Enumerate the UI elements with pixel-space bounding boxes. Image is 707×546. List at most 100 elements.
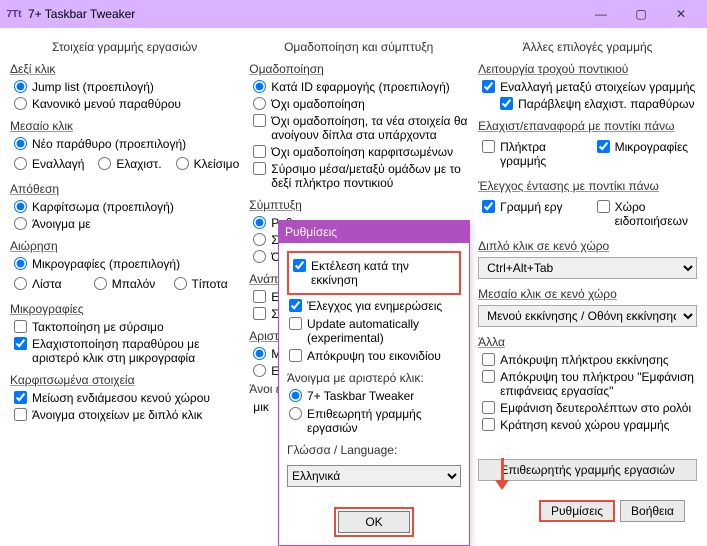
- radio-l2[interactable]: [253, 364, 266, 377]
- chk-dragdrop[interactable]: [14, 320, 27, 333]
- radio-newwin[interactable]: [14, 137, 27, 150]
- settings-button[interactable]: Ρυθμίσεις: [539, 500, 615, 522]
- chk-tray[interactable]: [597, 200, 610, 213]
- radio-c2[interactable]: [253, 233, 266, 246]
- chk-autoupd[interactable]: [289, 317, 302, 330]
- section-middleclick: Μεσαίο κλικ: [10, 119, 239, 133]
- select-language[interactable]: Ελληνικά: [287, 465, 461, 487]
- section-wheel: Λειτουργία τροχού ποντικιού: [478, 62, 697, 76]
- radio-nothing[interactable]: [174, 277, 187, 290]
- label-seconds: Εμφάνιση δευτερολέπτων στο ρολόι: [500, 401, 697, 415]
- section-minmax: Ελαχιστ/επαναφορά με ποντίκι πάνω: [478, 119, 697, 133]
- radio-tweaker[interactable]: [289, 389, 302, 402]
- col-left: Στοιχεία γραμμής εργασιών Δεξί κλικ Jump…: [10, 40, 239, 481]
- label-byappid: Κατά ID εφαρμογής (προεπιλογή): [271, 80, 468, 94]
- radio-min[interactable]: [98, 157, 111, 170]
- chk-seconds[interactable]: [482, 401, 495, 414]
- label-lang: Γλώσσα / Language:: [287, 443, 461, 457]
- chk-nogrouppin[interactable]: [253, 145, 266, 158]
- chk-checkupd[interactable]: [289, 299, 302, 312]
- dialog-body: Εκτέλεση κατά την εκκίνηση Έλεγχος για ε…: [279, 243, 469, 499]
- section-other: Άλλα: [478, 335, 697, 349]
- label-jumplist: Jump list (προεπιλογή): [32, 80, 239, 94]
- label-nothing: Τίποτα: [192, 277, 240, 291]
- label-hidestart: Απόκρυψη πλήκτρου εκκίνησης: [500, 353, 697, 367]
- chk-btns[interactable]: [482, 140, 495, 153]
- select-double[interactable]: Ctrl+Alt+Tab: [478, 257, 697, 279]
- radio-pin[interactable]: [14, 200, 27, 213]
- chk-reserve[interactable]: [482, 418, 495, 431]
- radio-switch[interactable]: [14, 157, 27, 170]
- chk-hidestart[interactable]: [482, 353, 495, 366]
- label-tray: Χώρο ειδοποιήσεων: [615, 200, 697, 228]
- section-double: Διπλό κλικ σε κενό χώρο: [478, 239, 697, 253]
- highlight-arrow-icon: [495, 458, 509, 490]
- section-hover: Αιώρηση: [10, 239, 239, 253]
- radio-inspector[interactable]: [289, 407, 302, 420]
- highlight-startup: Εκτέλεση κατά την εκκίνηση: [287, 251, 461, 295]
- radio-c1[interactable]: [253, 216, 266, 229]
- chk-hideshowdesk[interactable]: [482, 370, 495, 383]
- label-openwith: Άνοιγμα με: [32, 217, 239, 231]
- settings-dialog: Ρυθμίσεις Εκτέλεση κατά την εκκίνηση Έλε…: [278, 220, 470, 546]
- chk-taskbar[interactable]: [482, 200, 495, 213]
- radio-jumplist[interactable]: [14, 80, 27, 93]
- section-pinned: Καρφιτσωμένα στοιχεία: [10, 373, 239, 387]
- help-button[interactable]: Βοήθεια: [620, 500, 685, 522]
- dialog-footer: OK: [279, 499, 469, 545]
- radio-openwith[interactable]: [14, 217, 27, 230]
- chk-w2[interactable]: [253, 307, 266, 320]
- radio-l1[interactable]: [253, 347, 266, 360]
- section-thumbs: Μικρογραφίες: [10, 302, 239, 316]
- label-openleft: Άνοιγμα με αριστερό κλικ:: [287, 371, 461, 385]
- chk-newnext[interactable]: [253, 114, 266, 127]
- chk-w1[interactable]: [253, 290, 266, 303]
- radio-list[interactable]: [14, 277, 27, 290]
- radio-balloon[interactable]: [94, 277, 107, 290]
- bottom-buttons: Ρυθμίσεις Βοήθεια: [539, 500, 685, 522]
- section-grouping: Ομαδοποίηση: [249, 62, 468, 76]
- chk-tthumbs[interactable]: [597, 140, 610, 153]
- chk-cycle[interactable]: [482, 80, 495, 93]
- label-min: Ελαχιστ.: [116, 157, 161, 171]
- chk-leftminthumb[interactable]: [14, 337, 27, 350]
- chk-skipmin[interactable]: [500, 97, 513, 110]
- radio-byappid[interactable]: [253, 80, 266, 93]
- label-switch: Εναλλαγή: [32, 157, 84, 171]
- radio-thumbs[interactable]: [14, 257, 27, 270]
- label-checkupd: Έλεγχος για ενημερώσεις: [307, 299, 461, 313]
- section-rightclick: Δεξί κλικ: [10, 62, 239, 76]
- section-drop: Απόθεση: [10, 182, 239, 196]
- col-middle-title: Ομαδοποίηση και σύμπτυξη: [249, 40, 468, 54]
- label-reserve: Κράτηση κενού χώρου γραμμής: [500, 418, 697, 432]
- chk-opendbl[interactable]: [14, 408, 27, 421]
- label-reducegap: Μείωση ενδιάμεσου κενού χώρου: [32, 391, 239, 405]
- radio-c3[interactable]: [253, 250, 266, 263]
- col-right: Άλλες επιλογές γραμμής Λειτουργία τροχού…: [478, 40, 697, 481]
- ok-button[interactable]: OK: [338, 511, 410, 533]
- label-hideshowdesk: Απόκρυψη του πλήκτρου "Εμφάνιση επιφάνει…: [500, 370, 697, 398]
- chk-hideicon[interactable]: [289, 349, 302, 362]
- label-balloon: Μπαλόν: [112, 277, 160, 291]
- radio-stdmenu[interactable]: [14, 97, 27, 110]
- chk-dragright[interactable]: [253, 162, 266, 175]
- label-tthumbs: Μικρογραφίες: [615, 140, 697, 154]
- maximize-button[interactable]: ▢: [621, 3, 661, 25]
- minimize-button[interactable]: —: [581, 3, 621, 25]
- label-nogroup: Όχι ομαδοποίηση: [271, 97, 468, 111]
- label-newwin: Νέο παράθυρο (προεπιλογή): [32, 137, 239, 151]
- radio-close[interactable]: [176, 157, 189, 170]
- app-icon: 7Tt: [6, 6, 22, 22]
- section-vol: Έλεγχος έντασης με ποντίκι πάνω: [478, 179, 697, 193]
- label-dragdrop: Τακτοποίηση με σύρσιμο: [32, 320, 239, 334]
- label-btns: Πλήκτρα γραμμής: [500, 140, 582, 168]
- close-button[interactable]: ✕: [661, 3, 701, 25]
- label-thumbs: Μικρογραφίες (προεπιλογή): [32, 257, 239, 271]
- inspector-button[interactable]: Επιθεωρητής γραμμής εργασιών: [478, 459, 697, 481]
- radio-nogroup[interactable]: [253, 97, 266, 110]
- label-autoupd: Update automatically (experimental): [307, 317, 461, 345]
- select-middle[interactable]: Μενού εκκίνησης / Οθόνη εκκίνησης: [478, 305, 697, 327]
- chk-reducegap[interactable]: [14, 391, 27, 404]
- label-cycle: Εναλλαγή μεταξύ στοιχείων γραμμής: [500, 80, 697, 94]
- chk-startup[interactable]: [293, 259, 306, 272]
